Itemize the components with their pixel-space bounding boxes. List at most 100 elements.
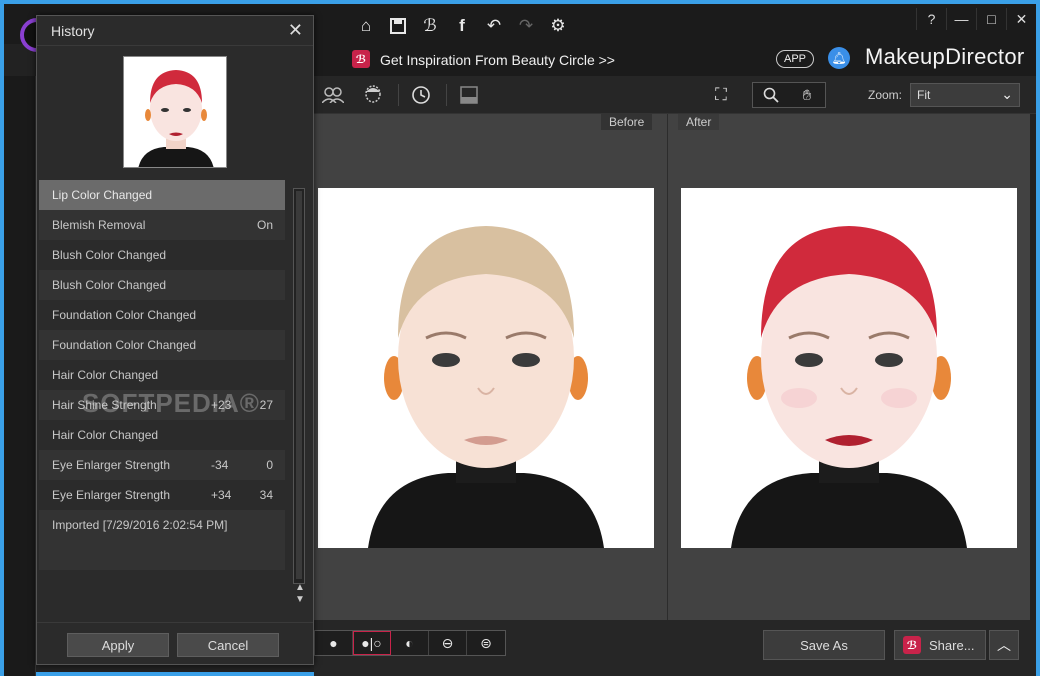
scroll-down-icon[interactable]: ▼ [293,594,307,606]
history-item[interactable]: Blemish Removal On [39,210,285,240]
magnifier-search-icon[interactable] [753,83,789,107]
zoom-value: Fit [917,88,931,102]
history-item[interactable]: Imported [7/29/2016 2:02:54 PM] [39,510,285,540]
history-item-label: Hair Color Changed [52,428,159,442]
apply-button[interactable]: Apply [67,633,169,657]
after-photo [681,188,1017,548]
view-mode-switcher: ● ●|○ ◐ ⊖ ⊜ [314,630,506,656]
help-button[interactable]: ? [916,8,946,30]
app-badge-button[interactable]: APP [776,50,815,68]
history-thumbnail [123,56,227,168]
chevron-down-icon: ⌄ [1001,86,1013,102]
brand-title: MakeupDirector [865,44,1025,69]
history-item[interactable]: Hair Color Changed [39,360,285,390]
single-view-icon[interactable]: ● [315,631,353,655]
history-item[interactable]: Foundation Color Changed [39,330,285,360]
history-scrollbar[interactable] [293,188,305,584]
split-divider[interactable] [667,114,668,620]
history-item[interactable]: Blush Color Changed [39,270,285,300]
history-item-value: 27 [259,398,273,412]
history-item-value: 34 [259,488,273,502]
fullscreen-icon[interactable]: ⛶ [706,82,736,108]
history-item-delta: +34 [211,488,232,502]
app-window: ⌂ ℬ f ↶ ↷ ⚙ ? — □ ✕ ℬ Get Inspiration Fr… [0,0,1040,676]
settings-icon[interactable]: ⚙ [542,14,574,38]
history-list: Lip Color Changed Blemish Removal On Blush … [39,180,285,600]
cancel-button[interactable]: Cancel [177,633,279,657]
dialog-title-bar: History ✕ [37,16,313,46]
split-horizontal-view-icon[interactable]: ⊖ [429,631,467,655]
history-item-label: Blemish Removal [52,218,146,232]
history-item-label: Hair Shine Strength [52,398,157,412]
close-icon[interactable]: ✕ [288,20,303,41]
bottom-bar: ● ●|○ ◐ ⊖ ⊜ Save As ℬ Share... ︿ [314,620,1036,676]
beauty-circle-link[interactable]: Get Inspiration From Beauty Circle >> [380,52,615,68]
scroll-up-icon[interactable]: ▲ [293,582,307,594]
facebook-icon[interactable]: f [446,14,478,38]
history-item-label: Imported [7/29/2016 2:02:54 PM] [52,518,228,532]
history-empty-row [39,570,285,600]
toolbar-divider [398,84,399,106]
scroll-arrows: ▲ ▼ [293,582,307,606]
history-dialog: History ✕ Lip Color Changed Blemish Remov… [36,15,314,665]
inspiration-bar: ℬ Get Inspiration From Beauty Circle >> … [314,44,1036,76]
hand-pan-icon[interactable]: ✋︎ [789,83,825,107]
history-item-label: Foundation Color Changed [52,308,197,322]
redo-icon[interactable]: ↷ [510,14,542,38]
history-item-label: Blush Color Changed [52,278,167,292]
share-button[interactable]: ℬ Share... [894,630,986,660]
history-item-delta: -34 [211,458,229,472]
history-item-label: Hair Color Changed [52,368,159,382]
left-panel-strip [4,76,36,676]
compare-faces-icon[interactable] [318,82,348,108]
beauty-circle-icon[interactable]: ℬ [414,14,446,38]
main-toolbar: ⌂ ℬ f ↶ ↷ ⚙ [350,14,574,38]
history-item[interactable]: Hair Color Changed [39,420,285,450]
side-by-side-view-icon[interactable]: ●|○ [353,631,391,655]
history-item[interactable]: Eye Enlarger Strength -34 0 [39,450,285,480]
top-bottom-view-icon[interactable]: ⊜ [467,631,505,655]
history-item-label: Eye Enlarger Strength [52,458,171,472]
undo-icon[interactable]: ↶ [478,14,510,38]
minimize-button[interactable]: — [946,8,976,30]
window-controls: ? — □ ✕ [916,8,1036,30]
maximize-button[interactable]: □ [976,8,1006,30]
after-label: After [678,114,720,130]
history-item[interactable]: Eye Enlarger Strength +34 34 [39,480,285,510]
notification-bell-icon[interactable]: 🔔︎ [828,47,850,69]
history-icon[interactable] [406,82,436,108]
history-item-delta: +23 [211,398,232,412]
history-item[interactable]: Hair Shine Strength +23 27 [39,390,285,420]
home-icon[interactable]: ⌂ [350,14,382,38]
face-outline-icon[interactable] [358,82,388,108]
toolbar-divider [446,84,447,106]
history-item-label: Blush Color Changed [52,248,167,262]
history-item-label: Eye Enlarger Strength [52,488,171,502]
zoom-dropdown[interactable]: Fit ⌄ [910,83,1020,107]
save-as-button[interactable]: Save As [763,630,885,660]
history-item-value: 0 [266,458,273,472]
scrollbar-thumb[interactable] [296,191,302,579]
share-label: Share... [929,637,975,653]
history-item-label: Foundation Color Changed [52,338,197,352]
chevron-up-icon[interactable]: ︿ [989,630,1019,660]
history-empty-row [39,540,285,570]
split-vertical-view-icon[interactable]: ◐ [391,631,429,655]
beauty-circle-icon: ℬ [903,636,921,654]
history-item[interactable]: Foundation Color Changed [39,300,285,330]
beauty-circle-badge-icon: ℬ [352,50,370,68]
dialog-footer: Apply Cancel [37,622,313,664]
close-window-button[interactable]: ✕ [1006,8,1036,30]
history-item[interactable]: Lip Color Changed [39,180,285,210]
before-photo [318,188,654,548]
history-item-value: On [256,218,273,232]
history-item[interactable]: Blush Color Changed [39,240,285,270]
background-toggle-icon[interactable] [454,82,484,108]
history-item-label: Lip Color Changed [52,188,153,202]
save-icon[interactable] [382,14,414,38]
zoom-label: Zoom: [868,88,903,102]
dialog-title: History [51,23,95,39]
photo-viewer: Before After [314,114,1030,620]
view-toolbar: ⛶ ✋︎ Zoom: Fit ⌄ [314,76,1036,114]
before-label: Before [601,114,653,130]
